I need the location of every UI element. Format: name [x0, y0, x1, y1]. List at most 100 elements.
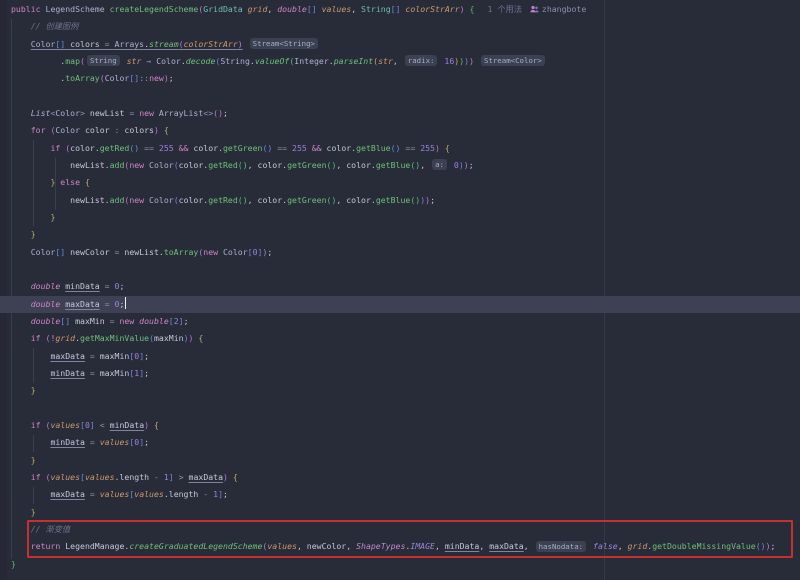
code-token: &&: [174, 143, 194, 153]
code-line[interactable]: newList.add(new Color(color.getRed(), co…: [0, 192, 800, 209]
code-line[interactable]: double minData = 0;: [0, 278, 800, 295]
code-token: -: [198, 489, 213, 499]
code-line[interactable]: newList.add(new Color(color.getRed(), co…: [0, 157, 800, 174]
code-line[interactable]: [0, 400, 800, 417]
code-line[interactable]: if (values[values.length - 1] > maxData)…: [0, 469, 800, 486]
code-token: new: [139, 108, 159, 118]
code-line[interactable]: }: [0, 504, 800, 521]
code-token: if: [31, 420, 46, 430]
code-token: Color: [223, 247, 248, 257]
code-token: decode: [186, 56, 216, 66]
code-token: LegendManage.: [65, 541, 129, 551]
usages-code-lens[interactable]: 1 个用法: [474, 4, 521, 14]
code-token: values: [267, 541, 297, 551]
code-token: (): [327, 160, 337, 170]
code-token: [11, 333, 31, 343]
code-token: [243, 39, 248, 49]
code-line[interactable]: }: [0, 556, 800, 573]
code-token: newList: [90, 108, 129, 118]
code-line[interactable]: minData = maxMin[1];: [0, 365, 800, 382]
code-line[interactable]: // 渐变值: [0, 521, 800, 538]
code-line[interactable]: if (!grid.getMaxMinValue(maxMin)) {: [0, 330, 800, 347]
code-token: false: [593, 541, 618, 551]
code-token: ;: [223, 489, 228, 499]
code-token: maxData: [489, 541, 524, 551]
code-line[interactable]: double[] maxMin = new double[2];: [0, 313, 800, 330]
code-token: if: [50, 143, 65, 153]
code-token: values: [85, 472, 115, 482]
code-token: =: [100, 281, 115, 291]
inlay-hint-chip[interactable]: a:: [432, 159, 447, 170]
code-line[interactable]: [0, 88, 800, 105]
inlay-hint-chip[interactable]: radix:: [405, 55, 438, 66]
code-line[interactable]: }: [0, 452, 800, 469]
code-token: 255: [420, 143, 435, 153]
code-line[interactable]: Color[] colors = Arrays.stream(colorStrA…: [0, 36, 800, 53]
code-token: values: [50, 472, 80, 482]
code-token: ,: [435, 541, 445, 551]
code-line[interactable]: Color[] newColor = newList.toArray(new C…: [0, 244, 800, 261]
code-token: Arrays: [115, 39, 145, 49]
inlay-hint-chip[interactable]: Stream<String>: [250, 38, 318, 49]
code-line[interactable]: for (Color color : colors) {: [0, 122, 800, 139]
code-line[interactable]: double maxData = 0;: [0, 296, 800, 313]
code-line[interactable]: .map(String str → Color.decode(String.va…: [0, 53, 800, 70]
code-line[interactable]: }: [0, 382, 800, 399]
code-line[interactable]: if (color.getRed() == 255 && color.getGr…: [0, 140, 800, 157]
code-token: [11, 541, 31, 551]
code-line[interactable]: public LegendScheme createLegendScheme(G…: [0, 1, 800, 18]
code-token: .: [11, 73, 65, 83]
code-token: GridData: [203, 4, 247, 14]
author-code-lens[interactable]: zhangbote: [542, 4, 586, 14]
code-token: []: [55, 247, 65, 257]
code-line[interactable]: } else {: [0, 174, 800, 191]
code-token: (): [756, 541, 766, 551]
code-token: valueOf: [255, 56, 290, 66]
code-token: List: [31, 108, 51, 118]
text-caret: [125, 297, 127, 309]
code-token: ==: [400, 143, 420, 153]
code-line[interactable]: return LegendManage.createGraduatedLegen…: [0, 538, 800, 555]
code-token: minData: [445, 541, 480, 551]
code-editor[interactable]: public LegendScheme createLegendScheme(G…: [0, 0, 800, 580]
code-token: [11, 247, 31, 257]
code-line[interactable]: maxData = maxMin[0];: [0, 348, 800, 365]
code-token: ,: [351, 4, 361, 14]
code-token: for: [31, 125, 51, 135]
code-token: createLegendScheme: [110, 4, 199, 14]
code-line[interactable]: [0, 261, 800, 278]
code-token: double: [277, 4, 307, 14]
code-line[interactable]: }: [0, 226, 800, 243]
code-token: getBlue: [376, 160, 411, 170]
code-token: color.: [193, 143, 223, 153]
code-line[interactable]: // 创建图例: [0, 18, 800, 35]
code-token: // 创建图例: [11, 21, 78, 31]
code-token: [11, 316, 31, 326]
code-token: (): [129, 143, 139, 153]
code-token: 16: [444, 56, 454, 66]
code-line[interactable]: .toArray(Color[]::new);: [0, 70, 800, 87]
code-line[interactable]: }: [0, 209, 800, 226]
code-line[interactable]: minData = values[0];: [0, 434, 800, 451]
code-line[interactable]: List<Color> newList = new ArrayList<>();: [0, 105, 800, 122]
code-token: 255: [159, 143, 174, 153]
code-token: ==: [272, 143, 292, 153]
code-token: , newColor,: [297, 541, 356, 551]
code-line[interactable]: if (values[0] < minData) {: [0, 417, 800, 434]
code-token: color.: [179, 160, 209, 170]
inlay-hint-chip[interactable]: String: [87, 55, 120, 66]
code-token: ;: [223, 108, 228, 118]
code-token: Color: [31, 247, 56, 257]
code-token: maxData: [65, 299, 100, 309]
code-token: newList.: [11, 195, 110, 205]
inlay-hint-chip[interactable]: hasNodata:: [536, 541, 587, 552]
code-token: getRed: [100, 143, 130, 153]
inlay-hint-chip[interactable]: Stream<Color>: [481, 55, 545, 66]
code-token: ;: [169, 73, 174, 83]
code-token: ;: [771, 541, 776, 551]
code-line[interactable]: maxData = values[values.length - 1];: [0, 486, 800, 503]
code-token: newList.: [11, 160, 110, 170]
code-token: values: [134, 489, 164, 499]
code-token: stream: [149, 39, 179, 49]
code-token: // 渐变值: [11, 524, 70, 534]
